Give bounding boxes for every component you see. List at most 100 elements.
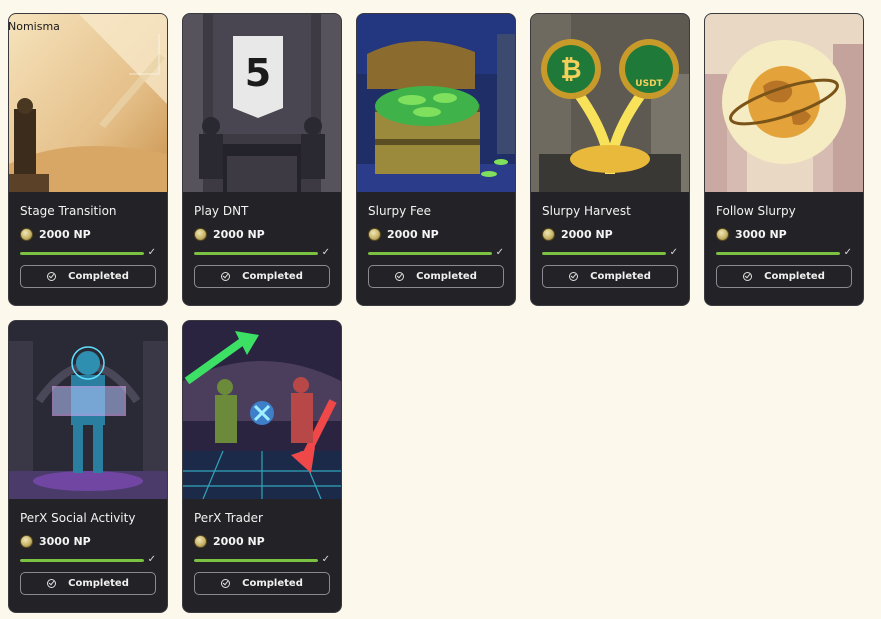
- reward-amount: 3000 NP: [735, 227, 787, 241]
- check-circle-icon: [47, 272, 57, 281]
- check-icon: ✓: [495, 247, 504, 258]
- quest-image: ₿ USDT: [531, 14, 689, 192]
- quest-image: [9, 14, 167, 192]
- reward-amount: 2000 NP: [213, 534, 265, 548]
- button-label: Completed: [590, 271, 651, 282]
- np-coin-icon: [194, 227, 207, 241]
- button-label: Completed: [416, 271, 477, 282]
- globe-icon: [705, 14, 863, 192]
- quest-title: Play DNT: [194, 204, 249, 218]
- quest-title: Slurpy Harvest: [542, 204, 631, 218]
- usdt-label: USDT: [635, 79, 663, 89]
- completed-button[interactable]: Completed: [20, 572, 156, 595]
- progress-bar: [716, 251, 840, 255]
- quest-title: Stage Transition: [20, 204, 117, 218]
- quest-card-perx-social-activity[interactable]: PerX Social Activity 3000 NP ✓ Completed: [8, 320, 168, 613]
- np-coin-icon: [368, 227, 381, 241]
- quest-progress: ✓: [194, 555, 330, 565]
- reward-amount: 2000 NP: [387, 227, 439, 241]
- quest-card-follow-slurpy[interactable]: Follow Slurpy 3000 NP ✓ Completed: [704, 13, 864, 306]
- reward-amount: 2000 NP: [213, 227, 265, 241]
- quest-reward: 3000 NP: [716, 227, 852, 241]
- check-circle-icon: [743, 272, 753, 281]
- bitcoin-label: ₿: [560, 55, 581, 85]
- progress-fill: [20, 558, 144, 562]
- banner-logo: 5: [245, 51, 271, 95]
- np-coin-icon: [542, 227, 555, 241]
- treasure-chest-icon: [357, 14, 515, 192]
- quest-reward: 2000 NP: [20, 227, 156, 241]
- brand-name: Nomisma: [8, 20, 60, 33]
- progress-bar: [542, 251, 666, 255]
- progress-bar: [20, 558, 144, 562]
- check-icon: ✓: [147, 554, 156, 565]
- check-circle-icon: [47, 579, 57, 588]
- reward-amount: 2000 NP: [39, 227, 91, 241]
- progress-fill: [20, 251, 144, 255]
- progress-bar: [20, 251, 144, 255]
- completed-button[interactable]: Completed: [20, 265, 156, 288]
- np-coin-icon: [20, 534, 33, 548]
- completed-button[interactable]: Completed: [194, 265, 330, 288]
- quest-reward: 2000 NP: [194, 534, 330, 548]
- check-icon: ✓: [669, 247, 678, 258]
- completed-button[interactable]: Completed: [368, 265, 504, 288]
- quest-card-slurpy-fee[interactable]: Slurpy Fee 2000 NP ✓ Completed: [356, 13, 516, 306]
- completed-button[interactable]: Completed: [716, 265, 852, 288]
- check-circle-icon: [569, 272, 579, 281]
- quest-progress: ✓: [20, 555, 156, 565]
- chess-knights-icon: 5: [183, 14, 341, 192]
- quest-progress: ✓: [194, 248, 330, 258]
- quest-reward: 2000 NP: [542, 227, 678, 241]
- check-circle-icon: [221, 272, 231, 281]
- progress-bar: [368, 251, 492, 255]
- reward-amount: 2000 NP: [561, 227, 613, 241]
- quest-title: Slurpy Fee: [368, 204, 432, 218]
- crypto-coins-icon: ₿ USDT: [531, 14, 689, 192]
- button-label: Completed: [68, 271, 129, 282]
- progress-fill: [716, 251, 840, 255]
- button-label: Completed: [242, 271, 303, 282]
- progress-bar: [194, 251, 318, 255]
- quest-card-perx-trader[interactable]: PerX Trader 2000 NP ✓ Completed: [182, 320, 342, 613]
- completed-button[interactable]: Completed: [194, 572, 330, 595]
- quest-title: PerX Trader: [194, 511, 263, 525]
- check-icon: ✓: [321, 554, 330, 565]
- check-circle-icon: [395, 272, 405, 281]
- quest-progress: ✓: [542, 248, 678, 258]
- quest-grid: Stage Transition 2000 NP ✓ Completed 5 P…: [8, 13, 864, 613]
- np-coin-icon: [20, 227, 33, 241]
- progress-fill: [542, 251, 666, 255]
- check-icon: ✓: [843, 247, 852, 258]
- progress-fill: [368, 251, 492, 255]
- quest-image: [705, 14, 863, 192]
- quest-progress: ✓: [716, 248, 852, 258]
- np-coin-icon: [194, 534, 207, 548]
- quest-image: [357, 14, 515, 192]
- quest-image: [183, 321, 341, 499]
- reward-amount: 3000 NP: [39, 534, 91, 548]
- button-label: Completed: [242, 578, 303, 589]
- desert-warrior-icon: [9, 14, 167, 192]
- check-circle-icon: [221, 579, 231, 588]
- check-icon: ✓: [147, 247, 156, 258]
- button-label: Completed: [68, 578, 129, 589]
- quest-reward: 3000 NP: [20, 534, 156, 548]
- quest-reward: 2000 NP: [194, 227, 330, 241]
- quest-card-stage-transition[interactable]: Stage Transition 2000 NP ✓ Completed: [8, 13, 168, 306]
- completed-button[interactable]: Completed: [542, 265, 678, 288]
- np-coin-icon: [716, 227, 729, 241]
- button-label: Completed: [764, 271, 825, 282]
- check-icon: ✓: [321, 247, 330, 258]
- quest-card-slurpy-harvest[interactable]: ₿ USDT Slurpy Harvest 2000 NP ✓ Complete…: [530, 13, 690, 306]
- cyber-warrior-icon: [9, 321, 167, 499]
- progress-fill: [194, 251, 318, 255]
- quest-progress: ✓: [20, 248, 156, 258]
- quest-reward: 2000 NP: [368, 227, 504, 241]
- quest-image: [9, 321, 167, 499]
- progress-fill: [194, 558, 318, 562]
- trading-gladiators-icon: [183, 321, 341, 499]
- quest-title: Follow Slurpy: [716, 204, 796, 218]
- quest-progress: ✓: [368, 248, 504, 258]
- quest-card-play-dnt[interactable]: 5 Play DNT 2000 NP ✓ Completed: [182, 13, 342, 306]
